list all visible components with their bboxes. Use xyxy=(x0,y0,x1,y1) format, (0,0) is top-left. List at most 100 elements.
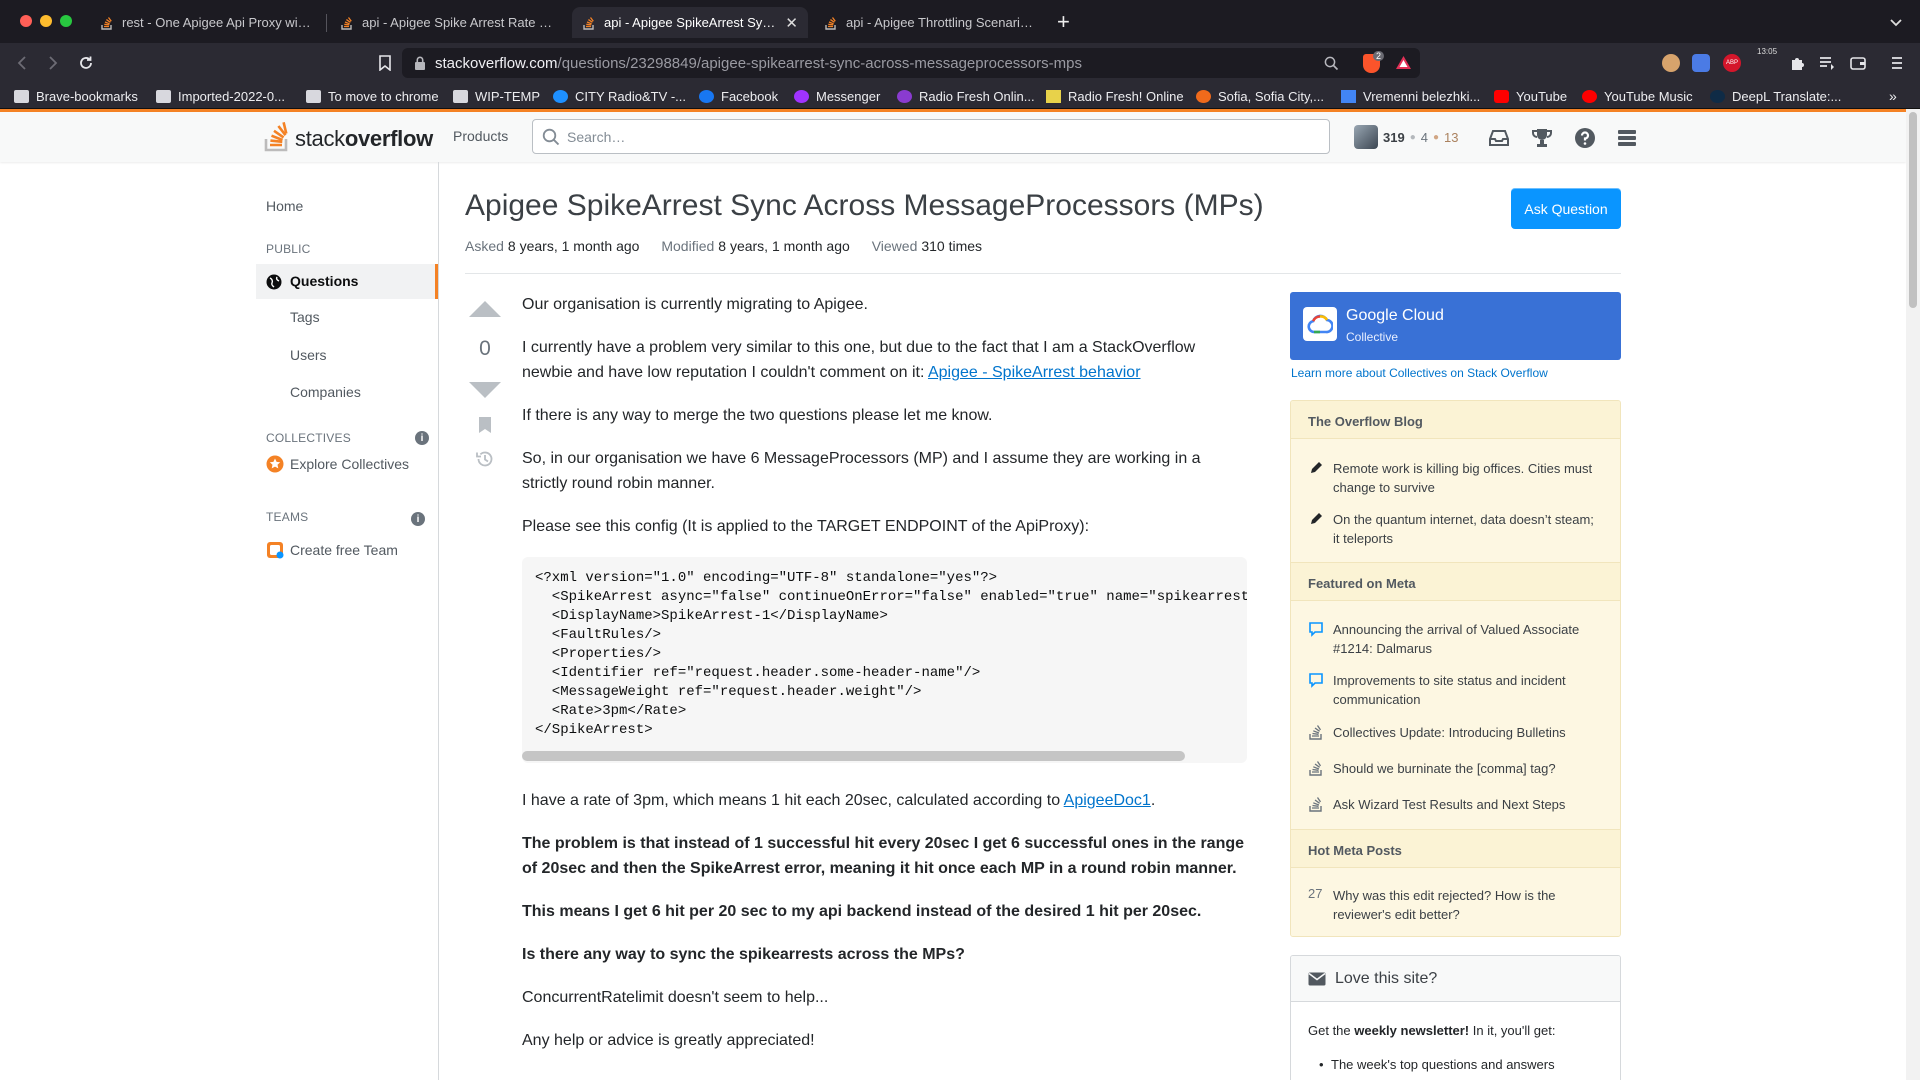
close-tab-icon[interactable]: ✕ xyxy=(785,14,798,32)
more-bookmarks-button[interactable]: » xyxy=(1889,87,1897,105)
brave-rewards-icon[interactable] xyxy=(1395,55,1412,70)
collectives-info-icon[interactable]: i xyxy=(415,431,429,445)
bookmark-item[interactable]: Vremenni belezhki... xyxy=(1341,87,1480,105)
bookmark-item[interactable]: Brave-bookmarks xyxy=(14,87,138,105)
nav-questions[interactable]: Questions xyxy=(256,264,438,299)
reload-icon[interactable] xyxy=(74,51,98,75)
silver-badge-icon: ● xyxy=(1409,131,1416,143)
back-icon[interactable] xyxy=(10,51,34,75)
hot-meta-answer-count: 27 xyxy=(1308,886,1323,901)
browser-tab[interactable]: rest - One Apigee Api Proxy with a c xyxy=(90,7,322,38)
new-tab-button[interactable]: + xyxy=(1057,9,1070,35)
blog-item-link[interactable]: Remote work is killing big offices. Citi… xyxy=(1333,459,1603,497)
downvote-icon[interactable] xyxy=(467,381,503,399)
bookmark-item[interactable]: To move to chrome xyxy=(306,87,439,105)
modified-value[interactable]: 8 years, 1 month ago xyxy=(718,238,850,254)
hot-meta-heading: Hot Meta Posts xyxy=(1291,829,1620,868)
apigee-doc-link[interactable]: ApigeeDoc1 xyxy=(1064,792,1151,809)
pencil-icon xyxy=(1311,513,1322,524)
meta-item-link[interactable]: Announcing the arrival of Valued Associa… xyxy=(1333,620,1603,658)
bookmark-item[interactable]: Imported-2022-0... xyxy=(156,87,285,105)
bookmark-item[interactable]: YouTube Music xyxy=(1582,87,1693,105)
code-horizontal-scrollbar[interactable] xyxy=(522,751,1185,761)
zoom-icon[interactable] xyxy=(1324,56,1339,71)
playlist-icon[interactable] xyxy=(1818,54,1836,72)
bookmark-page-icon[interactable] xyxy=(373,51,397,75)
site-switcher-icon[interactable] xyxy=(1615,126,1639,150)
spikearrest-behavior-link[interactable]: Apigee - SpikeArrest behavior xyxy=(928,364,1141,381)
nav-explore-collectives[interactable]: Explore Collectives xyxy=(266,455,409,473)
bookmark-label: Brave-bookmarks xyxy=(36,88,138,104)
menu-icon[interactable] xyxy=(1890,54,1904,72)
close-window-button[interactable] xyxy=(20,15,32,27)
bookmark-item[interactable]: Radio Fresh Onlin... xyxy=(897,87,1035,105)
hot-meta-item-link[interactable]: Why was this edit rejected? How is the r… xyxy=(1333,886,1603,924)
question-meta: Asked 8 years, 1 month ago Modified 8 year… xyxy=(465,238,1000,254)
code-block[interactable]: <?xml version="1.0" encoding="UTF-8" sta… xyxy=(522,557,1247,763)
search-input[interactable]: Search… xyxy=(532,119,1330,154)
google-cloud-collective-card[interactable]: Google Cloud Collective xyxy=(1290,292,1621,360)
meta-item-link[interactable]: Improvements to site status and incident… xyxy=(1333,671,1603,709)
tab-list-chevron-icon[interactable] xyxy=(1889,15,1903,29)
nav-tags[interactable]: Tags xyxy=(290,309,320,325)
folder-icon xyxy=(14,89,29,103)
so-top-bar: stackoverflow Products Search… 319 ● 4 ●… xyxy=(0,109,1906,162)
nav-home[interactable]: Home xyxy=(266,198,303,214)
post-paragraph: I currently have a problem very similar … xyxy=(522,339,1196,381)
bookmark-item[interactable]: Sofia, Sofia City,... xyxy=(1196,87,1324,105)
collective-subtitle: Collective xyxy=(1346,330,1399,344)
teams-info-icon[interactable]: i xyxy=(411,512,425,526)
bookmark-item[interactable]: DeepL Translate:... xyxy=(1710,87,1841,105)
bookmark-item[interactable]: WIP-TEMP xyxy=(453,87,540,105)
products-menu[interactable]: Products xyxy=(453,128,508,144)
ask-question-button[interactable]: Ask Question xyxy=(1511,188,1621,229)
upvote-icon[interactable] xyxy=(467,300,503,318)
wallet-icon[interactable] xyxy=(1849,54,1867,72)
stackoverflow-logo[interactable]: stackoverflow xyxy=(264,118,433,152)
help-icon[interactable] xyxy=(1573,126,1597,150)
inbox-icon[interactable] xyxy=(1487,126,1511,150)
nav-heading-teams: TEAMS xyxy=(266,510,309,524)
nav-companies[interactable]: Companies xyxy=(290,384,361,400)
bookmark-item[interactable]: CITY Radio&TV -... xyxy=(553,87,686,105)
bookmark-item[interactable]: YouTube xyxy=(1494,87,1567,105)
explore-collectives-label: Explore Collectives xyxy=(290,456,410,472)
bookmark-label: Facebook xyxy=(721,88,779,104)
adblock-plus-icon[interactable]: ABP xyxy=(1723,54,1741,72)
learn-more-collectives-link[interactable]: Learn more about Collectives on Stack Ov… xyxy=(1291,366,1548,380)
post-paragraph: The problem is that instead of 1 success… xyxy=(522,835,1245,877)
extension-avatar-icon[interactable] xyxy=(1662,54,1680,72)
meta-item-link[interactable]: Ask Wizard Test Results and Next Steps xyxy=(1333,795,1603,814)
achievements-trophy-icon[interactable] xyxy=(1530,126,1554,150)
facebook-icon xyxy=(699,89,714,103)
create-team-label: Create free Team xyxy=(290,542,398,558)
bookmark-label: Sofia, Sofia City,... xyxy=(1218,88,1324,104)
meta-item-link[interactable]: Should we burninate the [comma] tag? xyxy=(1333,759,1603,778)
extensions-puzzle-icon[interactable] xyxy=(1789,54,1807,72)
blog-item-link[interactable]: On the quantum internet, data doesn’t st… xyxy=(1333,510,1603,548)
meta-item-link[interactable]: Collectives Update: Introducing Bulletin… xyxy=(1333,723,1603,742)
bookmark-icon[interactable] xyxy=(478,416,492,434)
stackoverflow-logo-icon xyxy=(264,121,288,152)
bookmark-item[interactable]: Radio Fresh! Online xyxy=(1046,87,1184,105)
browser-tab-active[interactable]: api - Apigee SpikeArrest Sync A ✕ xyxy=(572,7,808,38)
viewed-label: Viewed xyxy=(871,238,918,254)
nav-users[interactable]: Users xyxy=(290,347,327,363)
question-title[interactable]: Apigee SpikeArrest Sync Across MessagePr… xyxy=(465,189,1264,223)
history-icon[interactable] xyxy=(475,449,495,469)
minimize-window-button[interactable] xyxy=(40,15,52,27)
nav-create-free-team[interactable]: Create free Team xyxy=(266,541,398,559)
extension-clock-badge[interactable]: 13:05 xyxy=(1757,47,1777,56)
page-vertical-scrollbar[interactable] xyxy=(1906,109,1920,1080)
scrollbar-thumb[interactable] xyxy=(1909,112,1917,308)
meta-speech-bubble-icon xyxy=(1309,622,1323,637)
browser-tab[interactable]: api - Apigee Throttling Scenario - S xyxy=(814,7,1048,38)
forward-icon[interactable] xyxy=(41,51,65,75)
bookmark-item[interactable]: Messenger xyxy=(794,87,880,105)
bookmark-item[interactable]: Facebook xyxy=(699,87,778,105)
maximize-window-button[interactable] xyxy=(60,15,72,27)
translate-extension-icon[interactable] xyxy=(1692,54,1710,72)
address-bar[interactable]: stackoverflow.com /questions/23298849/ap… xyxy=(402,48,1420,78)
user-profile-link[interactable]: 319 ● 4 ● 13 xyxy=(1354,125,1459,149)
browser-tab[interactable]: api - Apigee Spike Arrest Rate Limit xyxy=(330,7,566,38)
